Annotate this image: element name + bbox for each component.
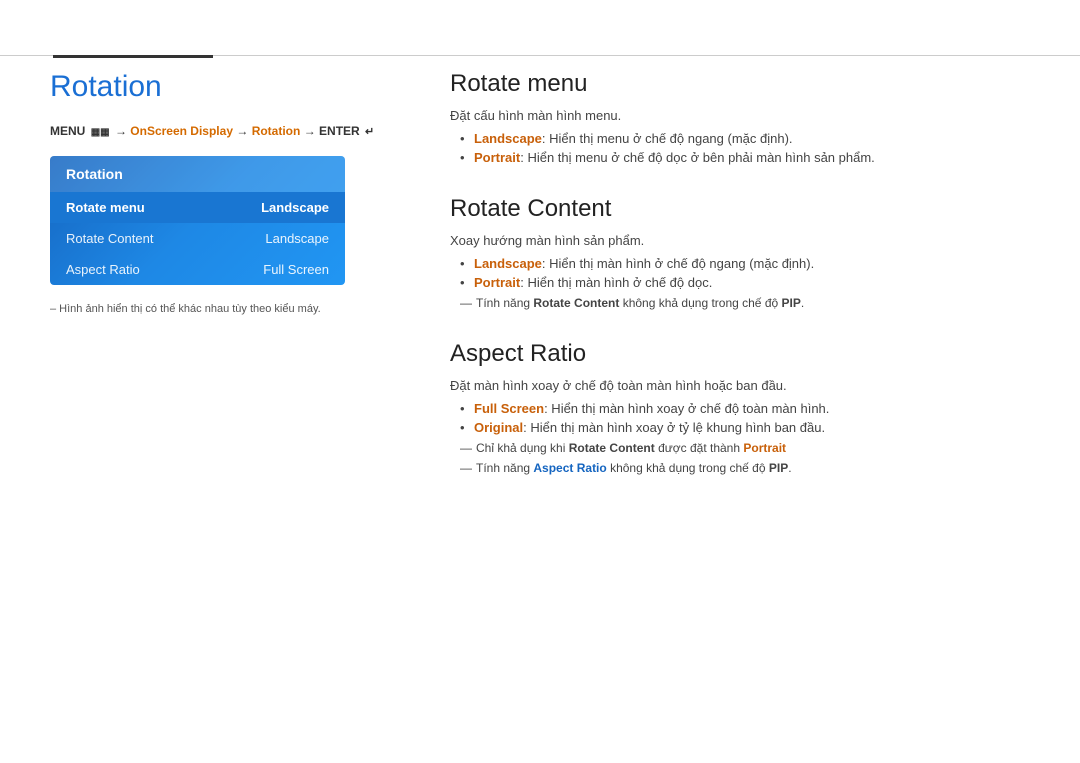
osd-row-value-0: Landscape — [261, 200, 329, 215]
section-rotate-menu: Rotate menu Đặt cấu hình màn hình menu. La… — [450, 70, 1030, 165]
bullet-item-rotate-menu-1: Portrait: Hiển thị menu ở chế độ dọc ở b… — [460, 150, 1030, 165]
osd-row-label-2: Aspect Ratio — [66, 262, 140, 277]
osd-menu-box: Rotation Rotate menuLandscapeRotate Cont… — [50, 156, 345, 285]
image-note: – Hình ảnh hiển thị có thể khác nhau tùy… — [50, 303, 380, 315]
bullet-item-rotate-content-0: Landscape: Hiển thị màn hình ở chế độ ng… — [460, 256, 1030, 271]
enter-label: ENTER — [319, 124, 360, 138]
bullet-list-aspect-ratio: Full Screen: Hiển thị màn hình xoay ở ch… — [460, 401, 1030, 435]
bullet-item-rotate-menu-0: Landscape: Hiển thị menu ở chế độ ngang … — [460, 131, 1030, 146]
section-title-rotate-content: Rotate Content — [450, 195, 1030, 223]
rotation-link: Rotation — [252, 124, 301, 138]
menu-label: MENU — [50, 124, 85, 138]
bullet-highlight-aspect-ratio-0: Full Screen — [474, 401, 544, 416]
bullet-highlight-rotate-menu-0: Landscape — [474, 131, 542, 146]
section-title-aspect-ratio: Aspect Ratio — [450, 340, 1030, 368]
left-column: Rotation MENU ▦▦ → OnScreen Display → Ro… — [50, 70, 410, 505]
section-desc-rotate-content: Xoay hướng màn hình sản phẩm. — [450, 233, 1030, 248]
osd-row-1: Rotate Content Landscape — [50, 223, 345, 254]
section-desc-rotate-menu: Đặt cấu hình màn hình menu. — [450, 108, 1030, 123]
section-aspect-ratio: Aspect Ratio Đặt màn hình xoay ở chế độ t… — [450, 340, 1030, 475]
osd-row-value-1: Landscape — [265, 231, 329, 246]
bullet-item-aspect-ratio-0: Full Screen: Hiển thị màn hình xoay ở ch… — [460, 401, 1030, 416]
osd-row-2: Aspect Ratio Full Screen — [50, 254, 345, 285]
section-title-rotate-menu: Rotate menu — [450, 70, 1030, 98]
bullet-highlight-rotate-menu-1: Portrait — [474, 150, 520, 165]
bullet-highlight-rotate-content-0: Landscape — [474, 256, 542, 271]
osd-row-value-2: Full Screen — [263, 262, 329, 277]
note-line-rotate-content-0: Tính năng Rotate Content không khả dụng … — [450, 296, 1030, 310]
section-desc-aspect-ratio: Đặt màn hình xoay ở chế độ toàn màn hình… — [450, 378, 1030, 393]
sections-container: Rotate menu Đặt cấu hình màn hình menu. La… — [450, 70, 1030, 475]
arrow3: → — [304, 124, 316, 138]
osd-row-label-0: Rotate menu — [66, 200, 145, 215]
note-line-aspect-ratio-1: Tính năng Aspect Ratio không khả dụng tr… — [450, 461, 1030, 475]
arrow1: → — [115, 124, 127, 138]
note-line-aspect-ratio-0: Chỉ khả dụng khi Rotate Content được đặt… — [450, 441, 1030, 455]
bullet-list-rotate-menu: Landscape: Hiển thị menu ở chế độ ngang … — [460, 131, 1030, 165]
bullet-list-rotate-content: Landscape: Hiển thị màn hình ở chế độ ng… — [460, 256, 1030, 290]
bullet-highlight-rotate-content-1: Portrait — [474, 275, 520, 290]
enter-icon: ↵ — [365, 126, 374, 138]
top-accent-line — [53, 55, 213, 58]
bullet-highlight-aspect-ratio-1: Original — [474, 420, 523, 435]
osd-row-label-1: Rotate Content — [66, 231, 153, 246]
bullet-item-aspect-ratio-1: Original: Hiển thị màn hình xoay ở tỷ lệ… — [460, 420, 1030, 435]
menu-icon: ▦▦ — [91, 127, 110, 138]
onscreen-display-link: OnScreen Display — [130, 124, 233, 138]
osd-rows-container: Rotate menu Landscape Rotate Content Landsc… — [50, 192, 345, 285]
page-title: Rotation — [50, 70, 380, 104]
bullet-item-rotate-content-1: Portrait: Hiển thị màn hình ở chế độ dọc… — [460, 275, 1030, 290]
menu-path: MENU ▦▦ → OnScreen Display → Rotation → … — [50, 124, 380, 138]
osd-title: Rotation — [50, 156, 345, 192]
section-rotate-content: Rotate Content Xoay hướng màn hình sản ph… — [450, 195, 1030, 310]
osd-row-0[interactable]: Rotate menu Landscape — [50, 192, 345, 223]
right-column: Rotate menu Đặt cấu hình màn hình menu. La… — [410, 70, 1030, 505]
arrow2: → — [236, 124, 248, 138]
